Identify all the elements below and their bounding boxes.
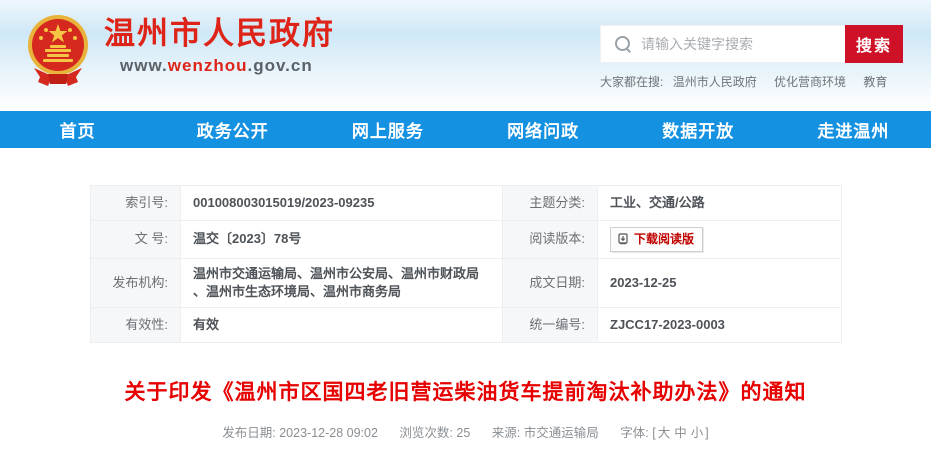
nav-item-home[interactable]: 首页 (0, 111, 155, 148)
unified-number-label: 统一编号: (503, 308, 598, 343)
publish-date-value: 2023-12-28 09:02 (279, 426, 378, 440)
view-count-label: 浏览次数: (399, 426, 452, 440)
font-size-large[interactable]: 大 (658, 426, 671, 440)
search-box[interactable] (600, 25, 845, 63)
view-count: 浏览次数: 25 (399, 426, 470, 440)
article-meta-row: 发布日期: 2023-12-28 09:02 浏览次数: 25 来源: 市交通运… (0, 422, 931, 441)
table-row: 有效性: 有效 统一编号: ZJCC17-2023-0003 (91, 308, 842, 343)
url-highlight: wenzhou (168, 56, 248, 75)
hot-search-label: 大家都在搜: (600, 75, 663, 89)
national-emblem-logo (26, 12, 90, 88)
url-prefix: www. (120, 56, 168, 75)
nav-item-online-services[interactable]: 网上服务 (310, 111, 465, 148)
site-header: 温州市人民政府 www.wenzhou.gov.cn 搜索 大家都在搜: 温州市… (0, 0, 931, 111)
table-row: 发布机构: 温州市交通运输局、温州市公安局、温州市财政局 、温州市生态环境局、温… (91, 258, 842, 307)
article-title: 关于印发《温州市区国四老旧营运柴油货车提前淘汰补助办法》的通知 (0, 376, 931, 406)
search-input[interactable] (641, 36, 845, 52)
view-count-value: 25 (456, 426, 470, 440)
validity-value: 有效 (181, 308, 503, 343)
topic-category-label: 主题分类: (503, 186, 598, 221)
url-suffix: .gov.cn (247, 56, 312, 75)
logo-block[interactable]: 温州市人民政府 www.wenzhou.gov.cn (26, 12, 335, 88)
bracket-open: [ (652, 426, 655, 440)
site-url: www.wenzhou.gov.cn (104, 56, 335, 76)
reading-version-cell: 下载阅读版 (598, 221, 842, 259)
doc-info-table-wrap: 索引号: 001008003015019/2023-09235 主题分类: 工业… (90, 185, 841, 343)
nav-item-about-wenzhou[interactable]: 走进温州 (776, 111, 931, 148)
source-label: 来源: (492, 426, 520, 440)
site-identity: 温州市人民政府 www.wenzhou.gov.cn (104, 12, 335, 76)
nav-item-open-data[interactable]: 数据开放 (621, 111, 776, 148)
nav-item-gov-affairs[interactable]: 政务公开 (155, 111, 310, 148)
doc-number-value: 温交〔2023〕78号 (181, 221, 503, 259)
bracket-close: ] (705, 426, 708, 440)
validity-label: 有效性: (91, 308, 181, 343)
search-bar: 搜索 (600, 25, 903, 63)
publisher-label: 发布机构: (91, 258, 181, 307)
table-row: 索引号: 001008003015019/2023-09235 主题分类: 工业… (91, 186, 842, 221)
download-button-label: 下载阅读版 (634, 231, 694, 248)
publish-date: 发布日期: 2023-12-28 09:02 (222, 426, 378, 440)
hot-search-link-wenzhou-gov[interactable]: 温州市人民政府 (673, 75, 757, 89)
hot-search-row: 大家都在搜: 温州市人民政府 优化营商环境 教育 (600, 73, 901, 90)
issue-date-label: 成文日期: (503, 258, 598, 307)
search-button[interactable]: 搜索 (845, 25, 903, 63)
font-size-label: 字体: (620, 426, 648, 440)
index-number-value: 001008003015019/2023-09235 (181, 186, 503, 221)
font-size-switcher: 字体: [大中小] (620, 426, 708, 440)
hot-search-link-business-env[interactable]: 优化营商环境 (774, 75, 846, 89)
download-icon (617, 233, 629, 245)
reading-version-label: 阅读版本: (503, 221, 598, 259)
publish-date-label: 发布日期: (222, 426, 275, 440)
source: 来源: 市交通运输局 (492, 426, 599, 440)
table-row: 文 号: 温交〔2023〕78号 阅读版本: 下载阅读版 (91, 221, 842, 259)
source-value: 市交通运输局 (524, 426, 599, 440)
search-icon (615, 36, 631, 52)
issue-date-value: 2023-12-25 (598, 258, 842, 307)
unified-number-value: ZJCC17-2023-0003 (598, 308, 842, 343)
nav-item-online-politics[interactable]: 网络问政 (466, 111, 621, 148)
publisher-value: 温州市交通运输局、温州市公安局、温州市财政局 、温州市生态环境局、温州市商务局 (181, 258, 503, 307)
download-reading-version-button[interactable]: 下载阅读版 (610, 227, 703, 252)
font-size-medium[interactable]: 中 (674, 426, 687, 440)
site-name: 温州市人民政府 (104, 16, 335, 52)
font-size-small[interactable]: 小 (691, 426, 704, 440)
doc-number-label: 文 号: (91, 221, 181, 259)
doc-info-table: 索引号: 001008003015019/2023-09235 主题分类: 工业… (90, 185, 842, 343)
main-nav: 首页 政务公开 网上服务 网络问政 数据开放 走进温州 (0, 111, 931, 148)
index-number-label: 索引号: (91, 186, 181, 221)
hot-search-link-education[interactable]: 教育 (863, 75, 887, 89)
topic-category-value: 工业、交通/公路 (598, 186, 842, 221)
